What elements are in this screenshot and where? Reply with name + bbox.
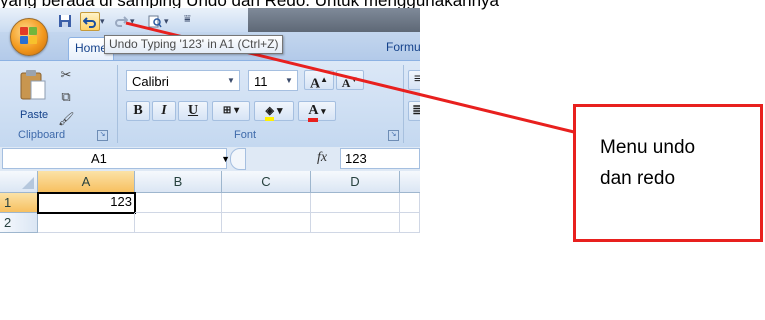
annotation-line-1: Menu undo [600,137,696,158]
annotation-line-2: dan redo [600,168,676,189]
undo-tooltip: Undo Typing '123' in A1 (Ctrl+Z) [104,35,284,54]
office-button-icon[interactable] [10,18,48,56]
annotation-callout: Menu undo dan redo [573,104,763,242]
annotation-text: Menu undo dan redo [600,132,750,194]
